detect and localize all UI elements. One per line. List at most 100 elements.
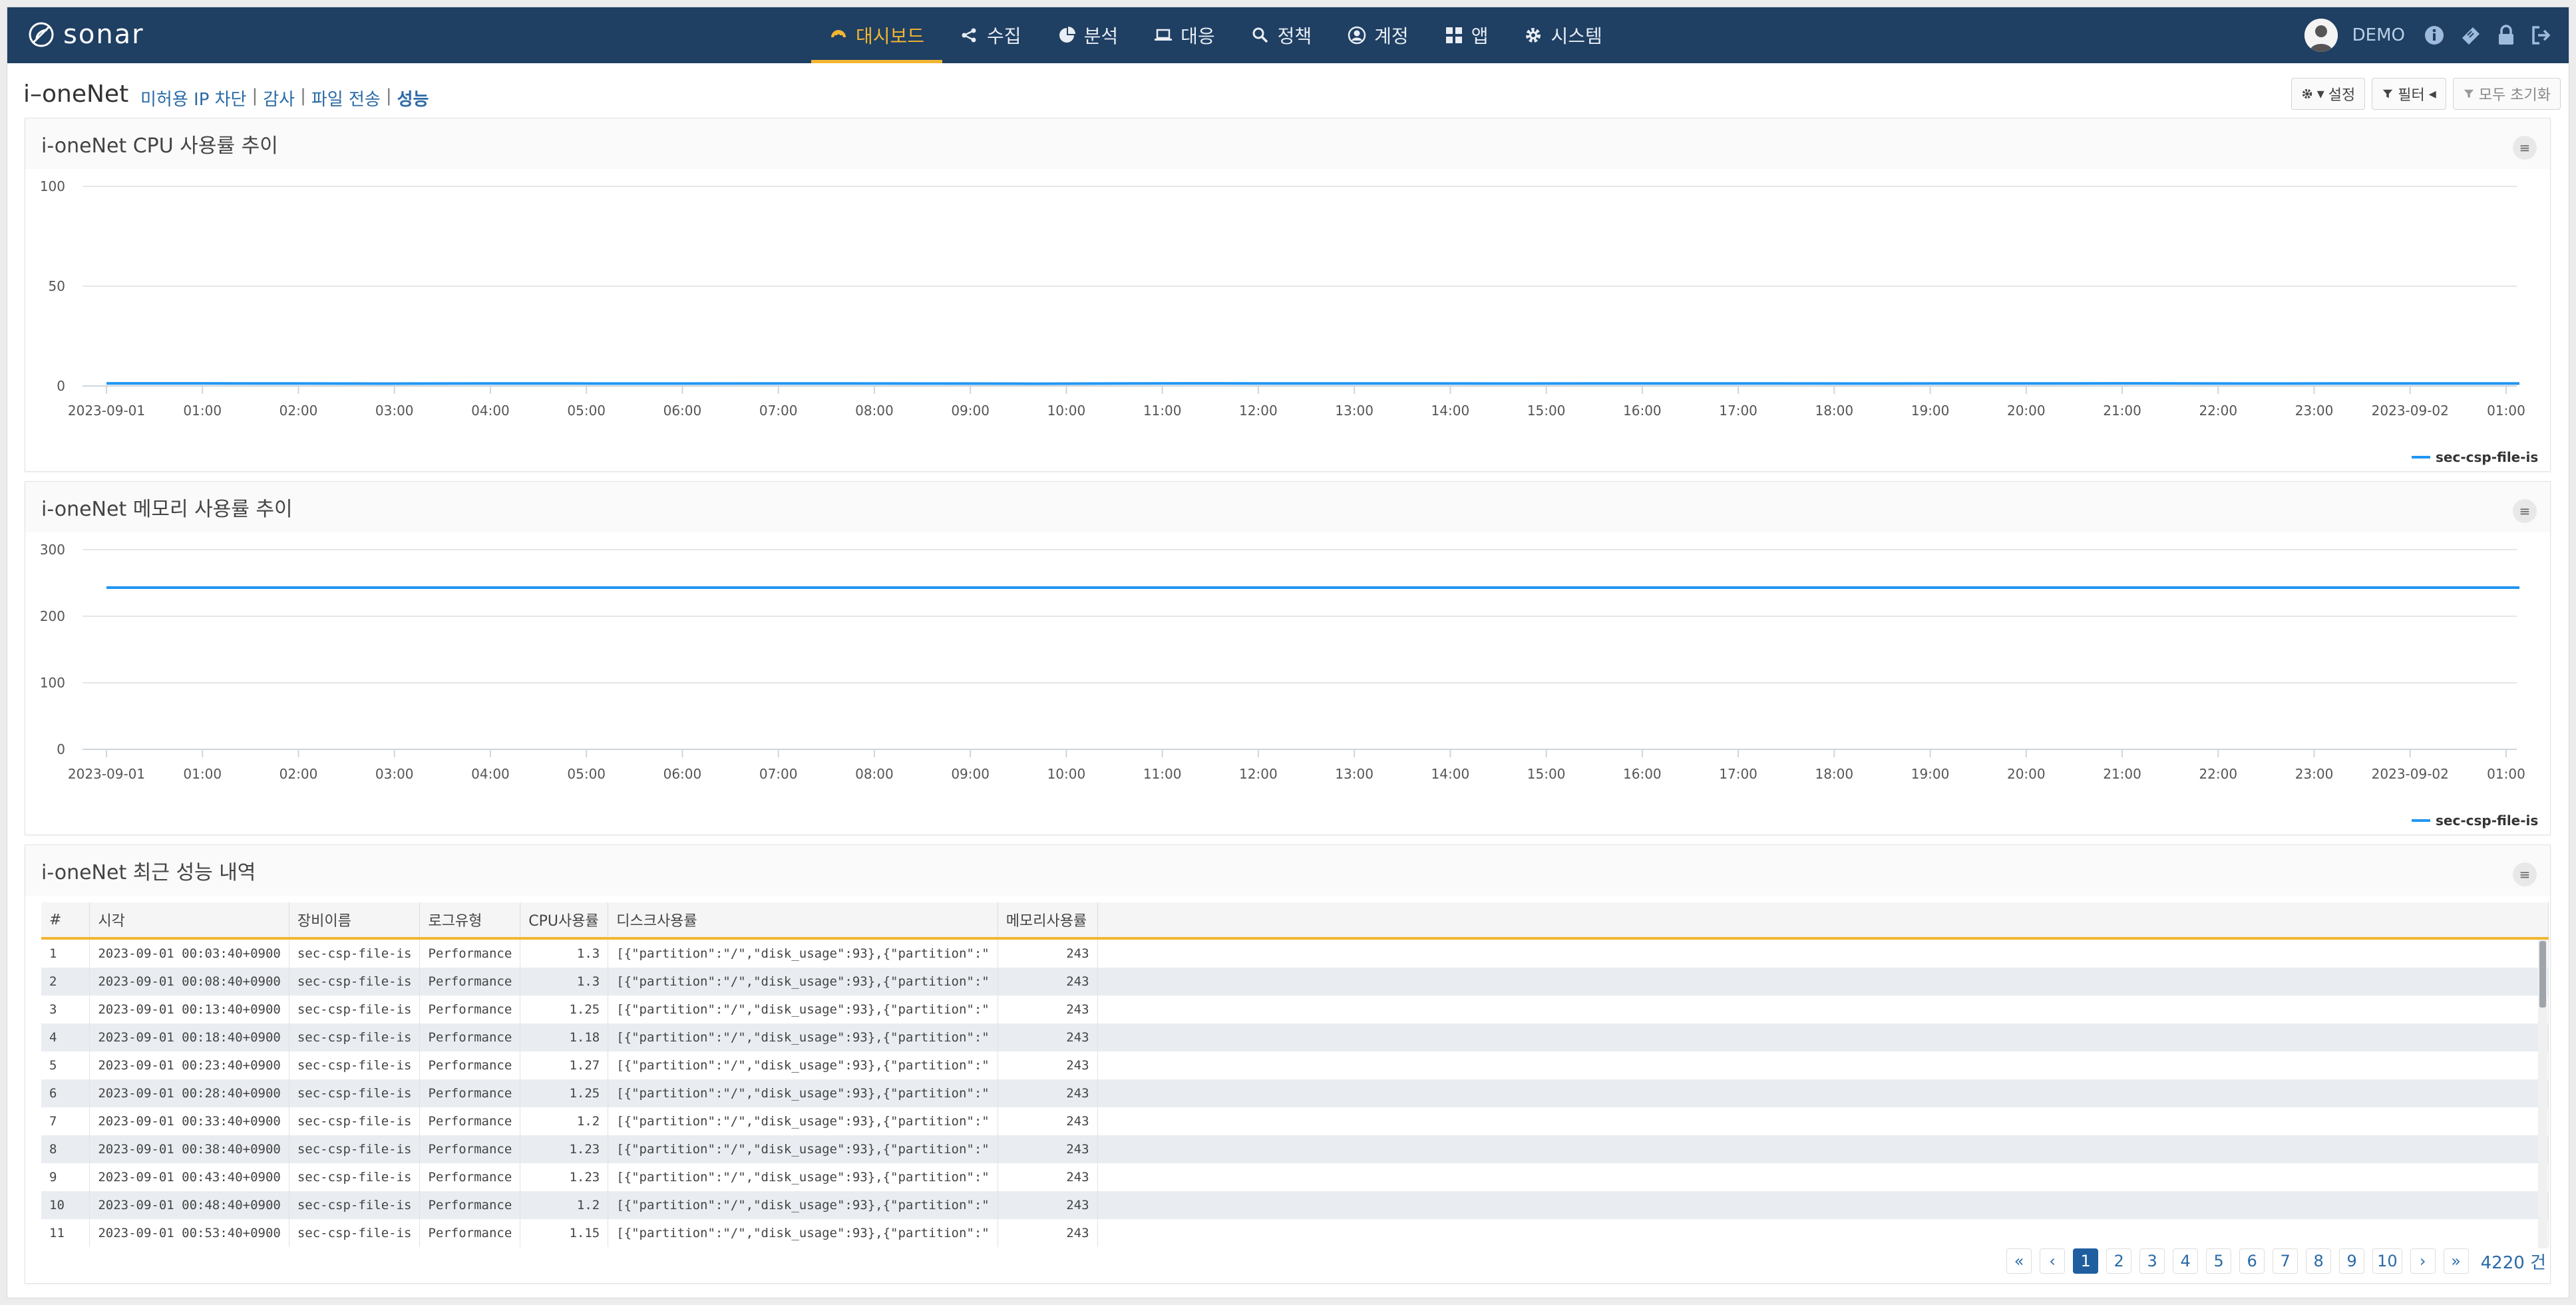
last-page-button[interactable]: » bbox=[2443, 1248, 2469, 1274]
nav-item-label: 계정 bbox=[1374, 25, 1409, 47]
table-cell: 243 bbox=[998, 1107, 1098, 1135]
reset-all-button[interactable]: 모두 초기화 bbox=[2452, 78, 2561, 110]
table-cell: 10 bbox=[41, 1191, 91, 1219]
table-row[interactable]: 7 2023-09-01 00:33:40+0900 sec-csp-file-is… bbox=[41, 1107, 2549, 1135]
column-header[interactable]: 장비이름 bbox=[289, 902, 421, 940]
page-button-5[interactable]: 5 bbox=[2206, 1248, 2232, 1274]
user-name[interactable]: DEMO bbox=[2352, 25, 2405, 45]
table-cell-filler bbox=[1097, 1135, 2549, 1163]
hamburger-icon[interactable]: ≡ bbox=[2513, 499, 2537, 523]
filter-icon bbox=[2383, 89, 2393, 98]
table-cell: sec-csp-file-is bbox=[289, 1051, 421, 1079]
nav-item-3[interactable]: 대응 bbox=[1136, 7, 1233, 63]
nav-item-0[interactable]: 대시보드 bbox=[811, 7, 943, 63]
x-tick-label: 01:00 bbox=[183, 766, 222, 782]
table-cell: Performance bbox=[419, 1024, 521, 1051]
page-button-9[interactable]: 9 bbox=[2339, 1248, 2365, 1274]
page-button-6[interactable]: 6 bbox=[2239, 1248, 2265, 1274]
x-tick-label: 04:00 bbox=[471, 766, 510, 782]
avatar[interactable] bbox=[2304, 19, 2338, 52]
x-tick-label: 13:00 bbox=[1335, 403, 1374, 419]
table-cell: 2023-09-01 00:28:40+0900 bbox=[89, 1079, 289, 1107]
table-row[interactable]: 10 2023-09-01 00:48:40+0900 sec-csp-file-i… bbox=[41, 1191, 2549, 1219]
x-tick-label: 01:00 bbox=[183, 403, 222, 419]
column-header[interactable]: 로그유형 bbox=[419, 902, 521, 940]
table-row[interactable]: 4 2023-09-01 00:18:40+0900 sec-csp-file-is… bbox=[41, 1024, 2549, 1051]
settings-button[interactable]: ▾ 설정 bbox=[2291, 78, 2366, 110]
table-cell: [{"partition":"/","disk_usage":93},{"par… bbox=[608, 1051, 998, 1079]
nav-item-2[interactable]: 분석 bbox=[1039, 7, 1137, 63]
nav-item-6[interactable]: 앱 bbox=[1427, 7, 1507, 63]
ticket-icon[interactable] bbox=[2460, 25, 2482, 46]
total-count: 4220 건 bbox=[2480, 1252, 2546, 1273]
nav-item-7[interactable]: 시스템 bbox=[1506, 7, 1620, 63]
page-button-7[interactable]: 7 bbox=[2273, 1248, 2299, 1274]
table-cell: 243 bbox=[998, 996, 1098, 1024]
prev-page-button[interactable]: ‹ bbox=[2040, 1248, 2066, 1274]
separator: | bbox=[385, 86, 392, 106]
page-button-2[interactable]: 2 bbox=[2106, 1248, 2132, 1274]
table-cell: sec-csp-file-is bbox=[289, 1135, 421, 1163]
legend-item[interactable]: sec-csp-file-is bbox=[2412, 449, 2538, 465]
link-file-transfer[interactable]: 파일 전송 bbox=[311, 86, 381, 110]
y-tick-label: 300 bbox=[40, 542, 65, 558]
lock-icon[interactable] bbox=[2497, 25, 2515, 46]
page-button-4[interactable]: 4 bbox=[2173, 1248, 2199, 1274]
nav-item-4[interactable]: 정책 bbox=[1233, 7, 1330, 63]
page-button-3[interactable]: 3 bbox=[2139, 1248, 2165, 1274]
y-tick-label: 200 bbox=[40, 608, 65, 624]
info-icon[interactable] bbox=[2424, 25, 2445, 46]
table-cell: 2023-09-01 00:13:40+0900 bbox=[89, 996, 289, 1024]
table-row[interactable]: 9 2023-09-01 00:43:40+0900 sec-csp-file-is… bbox=[41, 1163, 2549, 1191]
column-header[interactable]: CPU사용률 bbox=[520, 902, 609, 940]
page-button-10[interactable]: 10 bbox=[2372, 1248, 2402, 1274]
table-cell: 6 bbox=[41, 1079, 91, 1107]
table-row[interactable]: 1 2023-09-01 00:03:40+0900 sec-csp-file-is… bbox=[41, 938, 2549, 968]
table-row[interactable]: 11 2023-09-01 00:53:40+0900 sec-csp-file-i… bbox=[41, 1219, 2549, 1247]
y-tick-label: 50 bbox=[49, 278, 65, 294]
first-page-button[interactable]: « bbox=[2006, 1248, 2032, 1274]
x-tick-label: 14:00 bbox=[1431, 403, 1470, 419]
hamburger-icon[interactable]: ≡ bbox=[2513, 862, 2537, 886]
column-header[interactable]: 시각 bbox=[89, 902, 289, 940]
table-row[interactable]: 8 2023-09-01 00:38:40+0900 sec-csp-file-is… bbox=[41, 1135, 2549, 1163]
next-page-button[interactable]: › bbox=[2410, 1248, 2436, 1274]
panel-header: i-oneNet 최근 성능 내역 ≡ bbox=[25, 845, 2550, 896]
hamburger-icon[interactable]: ≡ bbox=[2513, 136, 2537, 160]
link-performance[interactable]: 성능 bbox=[397, 86, 429, 110]
table-cell: 243 bbox=[998, 1051, 1098, 1079]
column-header[interactable]: 디스크사용률 bbox=[608, 902, 998, 940]
table-cell: [{"partition":"/","disk_usage":93},{"par… bbox=[608, 1107, 998, 1135]
link-unallowed-ip-block[interactable]: 미허용 IP 차단 bbox=[140, 86, 246, 110]
x-tick-label: 11:00 bbox=[1143, 403, 1182, 419]
link-audit[interactable]: 감사 bbox=[263, 86, 295, 110]
table-row[interactable]: 2 2023-09-01 00:08:40+0900 sec-csp-file-is… bbox=[41, 968, 2549, 996]
sonar-logo[interactable]: sonar bbox=[27, 18, 144, 51]
nav-item-1[interactable]: 수집 bbox=[942, 7, 1039, 63]
panel-title: i-oneNet 최근 성능 내역 bbox=[41, 861, 256, 884]
table-cell: 243 bbox=[998, 1191, 1098, 1219]
table-cell: 2023-09-01 00:43:40+0900 bbox=[89, 1163, 289, 1191]
legend-item[interactable]: sec-csp-file-is bbox=[2412, 813, 2538, 829]
table-cell: sec-csp-file-is bbox=[289, 1219, 421, 1247]
table-cell: Performance bbox=[419, 1163, 521, 1191]
column-header[interactable]: 메모리사용률 bbox=[998, 902, 1098, 940]
table-row[interactable]: 5 2023-09-01 00:23:40+0900 sec-csp-file-is… bbox=[41, 1051, 2549, 1079]
table-row[interactable]: 6 2023-09-01 00:28:40+0900 sec-csp-file-is… bbox=[41, 1079, 2549, 1107]
user-area: DEMO bbox=[2304, 7, 2553, 63]
nav-item-5[interactable]: 계정 bbox=[1330, 7, 1427, 63]
filter-button[interactable]: 필터 ◂ bbox=[2372, 78, 2446, 110]
table-cell: [{"partition":"/","disk_usage":93},{"par… bbox=[608, 1219, 998, 1247]
performance-history-panel: i-oneNet 최근 성능 내역 ≡ # 시각 장비이름 로그유형 CPU사용률 디스크… bbox=[25, 844, 2551, 1284]
nav-item-label: 대응 bbox=[1181, 25, 1215, 47]
x-tick-label: 2023-09-02 bbox=[2372, 403, 2449, 419]
page-button-8[interactable]: 8 bbox=[2306, 1248, 2332, 1274]
page-button-1[interactable]: 1 bbox=[2073, 1248, 2099, 1274]
vertical-scrollbar[interactable] bbox=[2538, 940, 2547, 1248]
column-header[interactable]: # bbox=[41, 902, 91, 940]
logout-icon[interactable] bbox=[2530, 25, 2553, 46]
table-row[interactable]: 3 2023-09-01 00:13:40+0900 sec-csp-file-is… bbox=[41, 996, 2549, 1024]
sub-header: i–oneNet 미허용 IP 차단 | 감사 | 파일 전송 | 성능 ▾ 설… bbox=[7, 63, 2569, 111]
table-cell: 2023-09-01 00:53:40+0900 bbox=[89, 1219, 289, 1247]
scrollbar-thumb[interactable] bbox=[2539, 941, 2546, 1008]
